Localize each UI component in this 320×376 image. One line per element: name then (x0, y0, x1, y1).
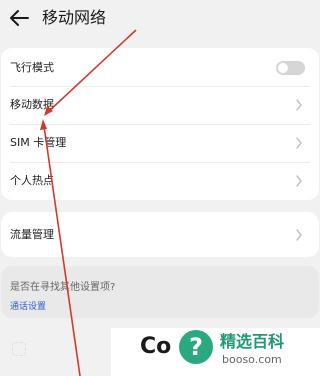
page-title: 移动网络 (42, 8, 107, 27)
chevron-right-icon (296, 136, 302, 149)
setting-row-traffic-management[interactable]: 流量管理 (1, 216, 319, 253)
setting-row-personal-hotspot[interactable]: 个人热点 (1, 162, 319, 199)
question-mark-icon: ? (179, 330, 213, 364)
chevron-right-icon (296, 174, 302, 187)
settings-card-network: 飞行模式 移动数据 SIM 卡管理 个人热点 (1, 48, 319, 200)
setting-label-traffic-management: 流量管理 (10, 227, 54, 241)
settings-card-traffic: 流量管理 (1, 212, 319, 257)
setting-label-mobile-data: 移动数据 (10, 97, 54, 111)
watermark-site-url: booso.com (222, 353, 282, 366)
setting-row-sim-management[interactable]: SIM 卡管理 (1, 124, 319, 161)
setting-label-airplane-mode: 飞行模式 (10, 60, 54, 74)
faint-icon (12, 342, 26, 356)
chevron-right-icon (296, 98, 302, 111)
toggle-knob (278, 62, 288, 73)
setting-row-mobile-data[interactable]: 移动数据 (1, 86, 319, 123)
call-settings-link[interactable]: 通话设置 (10, 299, 46, 312)
app-header: 移动网络 (0, 0, 320, 40)
watermark-partial-text: Co (140, 334, 172, 359)
chevron-right-icon (296, 228, 302, 241)
suggestion-card: 是否在寻找其他设置项? 通话设置 (1, 266, 319, 318)
setting-label-sim-management: SIM 卡管理 (10, 135, 67, 149)
suggestion-question: 是否在寻找其他设置项? (10, 282, 116, 293)
setting-label-personal-hotspot: 个人热点 (10, 173, 54, 187)
watermark-site-name: 精选百科 (220, 332, 285, 351)
setting-row-airplane-mode[interactable]: 飞行模式 (1, 49, 319, 86)
airplane-mode-toggle[interactable] (276, 60, 305, 75)
arrow-left-icon[interactable] (8, 8, 30, 28)
